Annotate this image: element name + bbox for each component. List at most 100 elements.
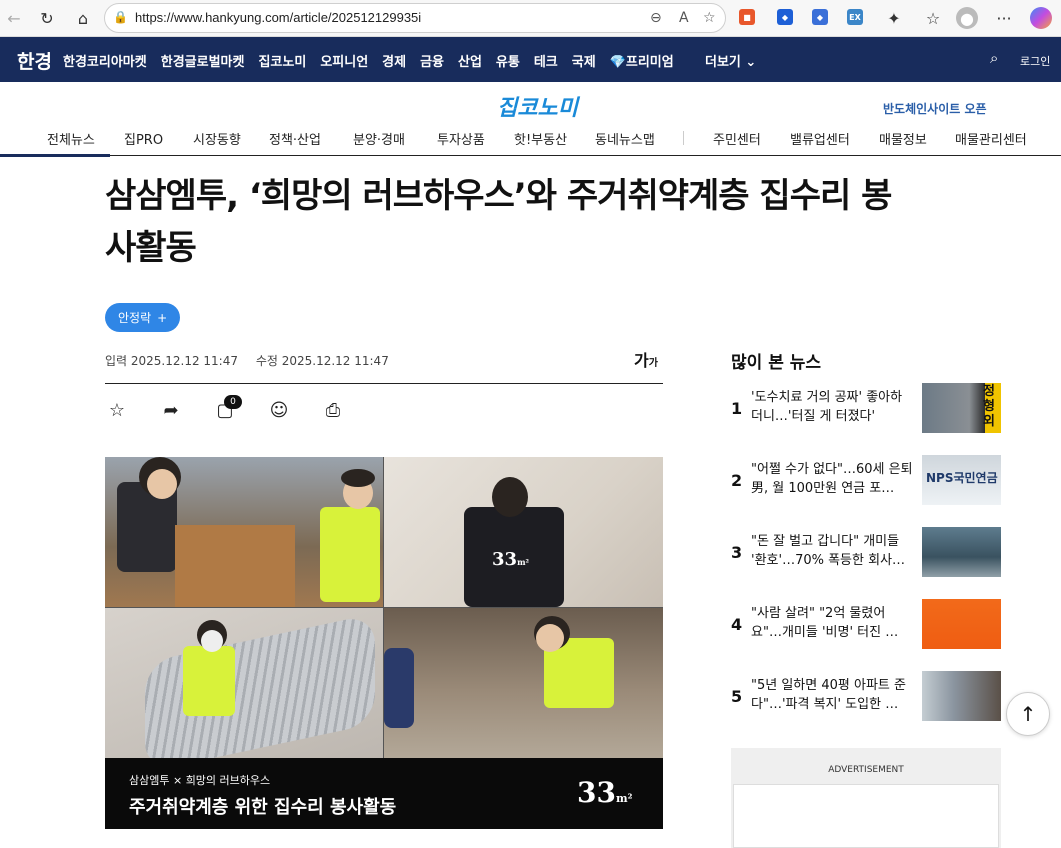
popular-rank: 5 <box>731 687 743 706</box>
popular-news-item[interactable]: 1 '도수치료 거의 공짜' 좋아하더니…'터질 게 터졌다' 정형외 <box>731 383 1001 435</box>
extension-icon[interactable]: ■ <box>739 9 755 25</box>
subnav-item[interactable]: 주민센터 <box>713 129 761 148</box>
photo-panel-wallpaper: 33m² <box>384 457 663 607</box>
active-tab-indicator <box>0 154 110 157</box>
topnav-item[interactable]: 금융 <box>420 51 444 70</box>
topnav-item[interactable]: 유통 <box>496 51 520 70</box>
topnav-item[interactable]: 집코노미 <box>258 51 306 70</box>
ex-extension-icon[interactable]: EX <box>847 9 863 25</box>
back-icon[interactable]: ← <box>2 6 26 30</box>
popular-thumbnail[interactable]: 정형외 <box>922 383 1001 433</box>
print-icon[interactable]: ⎙ <box>321 398 345 422</box>
ad-label: ADVERTISEMENT <box>828 765 904 775</box>
menu-dots-icon[interactable]: ··· <box>992 6 1016 30</box>
favorites-icon[interactable]: ☆ <box>921 6 945 30</box>
section-header: 집코노미 반도체인사이트 오픈 전체뉴스 집PRO 시장동향 정책·산업 분양·경매 투자… <box>0 82 1061 157</box>
author-name: 안정락 <box>118 311 152 325</box>
popular-headline[interactable]: "사람 살려" "2억 물렸어요"…개미들 '비명' 터진 … <box>751 604 913 644</box>
subnav-item[interactable]: 투자상품 <box>437 129 485 148</box>
photo-panel-heating-mat <box>105 608 383 773</box>
comment-count-badge: 0 <box>224 395 242 409</box>
article-dates: 입력 2025.12.12 11:47 수정 2025.12.12 11:47 <box>105 352 403 369</box>
popular-thumbnail[interactable] <box>922 599 1001 649</box>
search-icon[interactable]: ⌕ <box>990 49 998 67</box>
photo-caption: 삼삼엠투 × 희망의 러브하우스 주거취약계층 위한 집수리 봉사활동 33m² <box>105 758 663 829</box>
font-size-button[interactable]: 가가 <box>634 347 658 371</box>
popular-headline[interactable]: "돈 잘 벌고 갑니다" 개미들 '환호'…70% 폭등한 회사… <box>751 532 913 572</box>
zoom-out-icon[interactable]: ⊖ <box>650 10 662 26</box>
ad-slot[interactable] <box>733 784 999 848</box>
refresh-icon[interactable]: ↻ <box>35 6 59 30</box>
topnav-item[interactable]: 국제 <box>572 51 596 70</box>
more-menu-button[interactable]: 더보기 ⌄ <box>705 51 756 70</box>
divider <box>105 383 663 384</box>
article-photo[interactable]: 33m² 삼삼엠투 × 희망의 러브하우스 주거취약계층 위한 집수리 봉사활동… <box>105 457 663 829</box>
reaction-smile-icon[interactable]: ☺ <box>267 398 291 422</box>
popular-news-item[interactable]: 4 "사람 살려" "2억 물렸어요"…개미들 '비명' 터진 … <box>731 599 1001 651</box>
read-aloud-icon[interactable]: A <box>679 10 689 26</box>
browser-toolbar: ← ↻ ⌂ 🔒 https://www.hankyung.com/article… <box>0 0 1061 37</box>
url-text: https://www.hankyung.com/article/2025121… <box>135 10 422 25</box>
caption-title: 주거취약계층 위한 집수리 봉사활동 <box>129 797 397 818</box>
topnav-item[interactable]: 오피니언 <box>320 51 368 70</box>
popular-headline[interactable]: '도수치료 거의 공짜' 좋아하더니…'터질 게 터졌다' <box>751 388 913 428</box>
modified-date: 수정 2025.12.12 11:47 <box>255 354 389 368</box>
topnav-item[interactable]: 경제 <box>382 51 406 70</box>
popular-news-item[interactable]: 5 "5년 일하면 40평 아파트 준다"…'파격 복지' 도입한 … <box>731 671 1001 723</box>
popular-headline[interactable]: "어쩔 수가 없다"…60세 은퇴男, 월 100만원 연금 포… <box>751 460 913 500</box>
address-bar[interactable]: 🔒 https://www.hankyung.com/article/20251… <box>104 3 726 33</box>
extensions-puzzle-icon[interactable]: ✦ <box>882 6 906 30</box>
popular-news-item[interactable]: 2 "어쩔 수가 없다"…60세 은퇴男, 월 100만원 연금 포… NPS국민연… <box>731 455 1001 507</box>
translate-extension-icon[interactable]: ◆ <box>812 9 828 25</box>
section-subnav: 전체뉴스 집PRO 시장동향 정책·산업 분양·경매 투자상품 핫!부동산 동네뉴스맵 주민센터… <box>0 129 1061 155</box>
top-menu: 한경코리아마켓 한경글로벌마켓 집코노미 오피니언 경제 금융 산업 유통 테크 국제 💎프리미엄 <box>63 51 688 70</box>
subnav-item[interactable]: 동네뉴스맵 <box>595 129 655 148</box>
bookmark-star-icon[interactable]: ☆ <box>105 398 129 422</box>
promo-link[interactable]: 반도체인사이트 오픈 <box>883 100 987 117</box>
input-date: 입력 2025.12.12 11:47 <box>105 354 238 368</box>
article-title: 삼삼엠투, ‘희망의 러브하우스’와 주거취약계층 집수리 봉사활동 <box>105 176 892 268</box>
popular-rank: 3 <box>731 543 743 562</box>
profile-avatar[interactable]: ● <box>956 7 978 29</box>
photo-panel-floor-repair <box>384 608 663 758</box>
popular-thumbnail[interactable]: NPS국민연금 <box>922 455 1001 505</box>
popular-news-item[interactable]: 3 "돈 잘 벌고 갑니다" 개미들 '환호'…70% 폭등한 회사… <box>731 527 1001 579</box>
favorite-star-icon[interactable]: ☆ <box>703 10 716 26</box>
copilot-icon[interactable] <box>1030 7 1052 29</box>
popular-thumbnail[interactable] <box>922 671 1001 721</box>
login-link[interactable]: 로그인 <box>1020 53 1050 69</box>
subnav-divider <box>683 131 684 145</box>
subnav-item[interactable]: 분양·경매 <box>353 129 405 148</box>
home-icon[interactable]: ⌂ <box>71 6 95 30</box>
topnav-item[interactable]: 한경코리아마켓 <box>63 51 147 70</box>
site-logo[interactable]: 한경 <box>17 47 52 74</box>
follow-plus-icon: + <box>157 310 168 325</box>
caption-subtitle: 삼삼엠투 × 희망의 러브하우스 <box>129 774 271 787</box>
popular-headline[interactable]: "5년 일하면 40평 아파트 준다"…'파격 복지' 도입한 … <box>751 676 913 716</box>
popular-thumbnail[interactable] <box>922 527 1001 577</box>
thumbnail-sign-text: 정형외 <box>983 384 995 429</box>
subnav-item[interactable]: 매물관리센터 <box>955 129 1027 148</box>
subnav-item[interactable]: 매물정보 <box>879 129 927 148</box>
advertisement: ADVERTISEMENT <box>731 748 1001 848</box>
topnav-item[interactable]: 💎프리미엄 <box>610 51 674 70</box>
topnav-item[interactable]: 한경글로벌마켓 <box>161 51 245 70</box>
topnav-item[interactable]: 산업 <box>458 51 482 70</box>
subnav-item[interactable]: 시장동향 <box>193 129 241 148</box>
subnav-item[interactable]: 정책·산업 <box>269 129 321 148</box>
subnav-item[interactable]: 밸류업센터 <box>790 129 850 148</box>
thumbnail-sign-text: NPS국민연금 <box>926 471 998 485</box>
scroll-to-top-button[interactable]: ↑ <box>1006 692 1050 736</box>
popular-rank: 2 <box>731 471 743 490</box>
top-navigation: 한경 한경코리아마켓 한경글로벌마켓 집코노미 오피니언 경제 금융 산업 유통 테크 국제 💎프리… <box>0 37 1061 82</box>
author-button[interactable]: 안정락 + <box>105 303 181 332</box>
33m2-logo: 33m² <box>577 776 633 809</box>
topnav-item[interactable]: 테크 <box>534 51 558 70</box>
section-brand-logo[interactable]: 집코노미 <box>497 90 578 122</box>
subnav-item[interactable]: 전체뉴스 <box>47 129 95 148</box>
subnav-item[interactable]: 집PRO <box>124 129 163 148</box>
shield-extension-icon[interactable]: ◆ <box>777 9 793 25</box>
photo-panel-carrying-furniture <box>105 457 383 607</box>
subnav-item[interactable]: 핫!부동산 <box>514 129 567 148</box>
share-icon[interactable]: ➦ <box>159 398 183 422</box>
